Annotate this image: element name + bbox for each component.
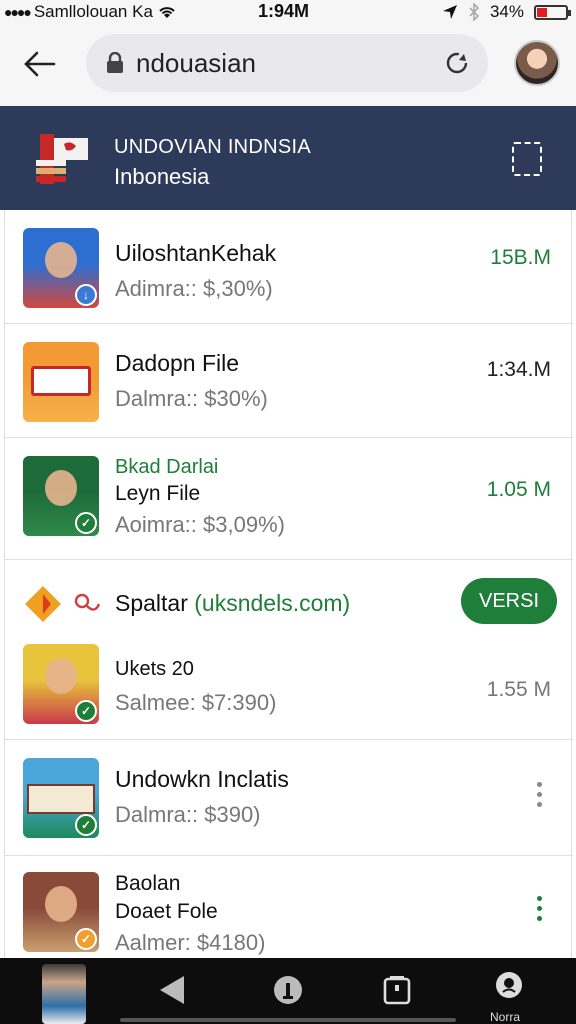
bluetooth-icon [469, 3, 480, 21]
back-button[interactable] [22, 46, 58, 82]
item-secondary-title: Doaet Fole [115, 900, 218, 923]
battery-level-fill [537, 7, 547, 17]
download-icon: ↓ [75, 284, 97, 306]
featured-app-domain: (uksndels.com) [194, 590, 351, 616]
item-subtitle: Aalmer: $4180) [115, 930, 266, 955]
info-icon[interactable] [272, 974, 304, 1006]
status-icons: 34% [442, 2, 571, 22]
app-thumbnail [23, 342, 99, 422]
list-item[interactable]: ✓ Baolan Doaet Fole Aalmer: $4180) [5, 856, 573, 960]
featured-app-name: Spaltar [115, 590, 188, 616]
logo-badge [31, 366, 91, 396]
nav-label: Norra [490, 1010, 521, 1024]
clock: 1:94M [258, 1, 310, 21]
scan-frame-icon[interactable] [512, 142, 542, 176]
list-item[interactable]: ✓ Undowkn Inclatis Dalmra:: $390) [5, 740, 573, 856]
banner-subtitle: Inbonesia [114, 164, 210, 189]
check-icon: ✓ [75, 814, 97, 836]
item-title: Undowkn Inclatis [115, 766, 289, 792]
download-list: ↓ UiloshtanKehak Adimra:: $,30%) 15B.M D… [4, 210, 573, 960]
item-subtitle: Aoimra:: $3,09%) [115, 512, 285, 537]
item-secondary-title: Leyn File [115, 482, 201, 505]
header-banner: UNDOVIAN INDNSIA Inbonesia [0, 106, 576, 210]
battery-icon [534, 4, 571, 20]
reload-icon[interactable] [444, 50, 470, 76]
app-logo-icon [25, 586, 61, 622]
tabs-icon[interactable] [382, 974, 412, 1006]
banner-title: UNDOVIAN INDNSIA [114, 136, 312, 158]
back-triangle-icon[interactable] [158, 974, 186, 1006]
signal-icon: ●●●● [4, 4, 32, 20]
battery-percent: 34% [489, 2, 524, 21]
home-indicator [120, 1018, 456, 1022]
item-subtitle: Dalmra:: $30%) [115, 386, 268, 411]
item-title: Baolan [115, 872, 181, 895]
app-thumbnail: ↓ [23, 228, 99, 308]
item-subtitle: Adimra:: $,30%) [115, 276, 273, 301]
portrait-shape [45, 470, 77, 506]
lock-icon [107, 52, 123, 73]
status-bar: ●●●● Samllolouan Ka 1:94M 34% [0, 0, 576, 26]
more-vertical-icon[interactable] [537, 782, 543, 807]
app-thumbnail: ✓ [23, 644, 99, 724]
arrow-left-icon [24, 51, 56, 77]
item-title: UiloshtanKehak [115, 240, 277, 266]
check-icon: ✓ [75, 512, 97, 534]
featured-app-line: Spaltar (uksndels.com) [115, 590, 350, 617]
versi-button[interactable]: VERSI [461, 578, 557, 624]
bottom-nav: Norra [0, 958, 576, 1024]
profile-avatar[interactable] [514, 40, 560, 86]
list-item[interactable]: Dadopn File Dalmra:: $30%) 1:34.M [5, 324, 573, 438]
wifi-icon [159, 7, 175, 18]
portrait-shape [45, 886, 77, 922]
app-thumbnail: ✓ [23, 456, 99, 536]
carrier-name: Samllolouan Ka [33, 2, 153, 21]
browser-toolbar: ndouasian [0, 26, 576, 106]
check-icon: ✓ [75, 700, 97, 722]
portrait-shape [45, 658, 77, 694]
check-icon: ✓ [75, 928, 97, 950]
item-size: 1.05 M [486, 478, 551, 501]
portrait-shape [45, 242, 77, 278]
building-shape [27, 784, 95, 814]
carrier-group: ●●●● Samllolouan Ka [4, 2, 177, 22]
recent-app-thumbnail[interactable] [42, 964, 86, 1024]
item-subtitle: Salmee: $7:390) [115, 690, 277, 715]
featured-item[interactable]: Spaltar (uksndels.com) VERSI ✓ Ukets 20 … [5, 560, 573, 740]
list-item[interactable]: ↓ UiloshtanKehak Adimra:: $,30%) 15B.M [5, 210, 573, 324]
url-text: ndouasian [136, 48, 256, 78]
link-icon [74, 593, 101, 611]
flag-logo-icon [36, 134, 88, 184]
address-bar[interactable]: ndouasian [86, 34, 488, 92]
item-title: Ukets 20 [115, 658, 194, 680]
list-item[interactable]: ✓ Bkad Darlai Leyn File Aoimra:: $3,09%)… [5, 438, 573, 560]
item-size: 1.55 M [486, 678, 551, 701]
app-thumbnail: ✓ [23, 758, 99, 838]
app-thumbnail: ✓ [23, 872, 99, 952]
item-size: 1:34.M [486, 358, 551, 381]
item-subtitle: Dalmra:: $390) [115, 802, 261, 827]
profile-icon[interactable] [494, 970, 524, 1004]
location-icon [442, 5, 457, 19]
item-size: 15B.M [490, 246, 551, 269]
more-vertical-icon[interactable] [537, 896, 543, 921]
item-title: Bkad Darlai [115, 456, 219, 478]
item-title: Dadopn File [115, 350, 240, 376]
